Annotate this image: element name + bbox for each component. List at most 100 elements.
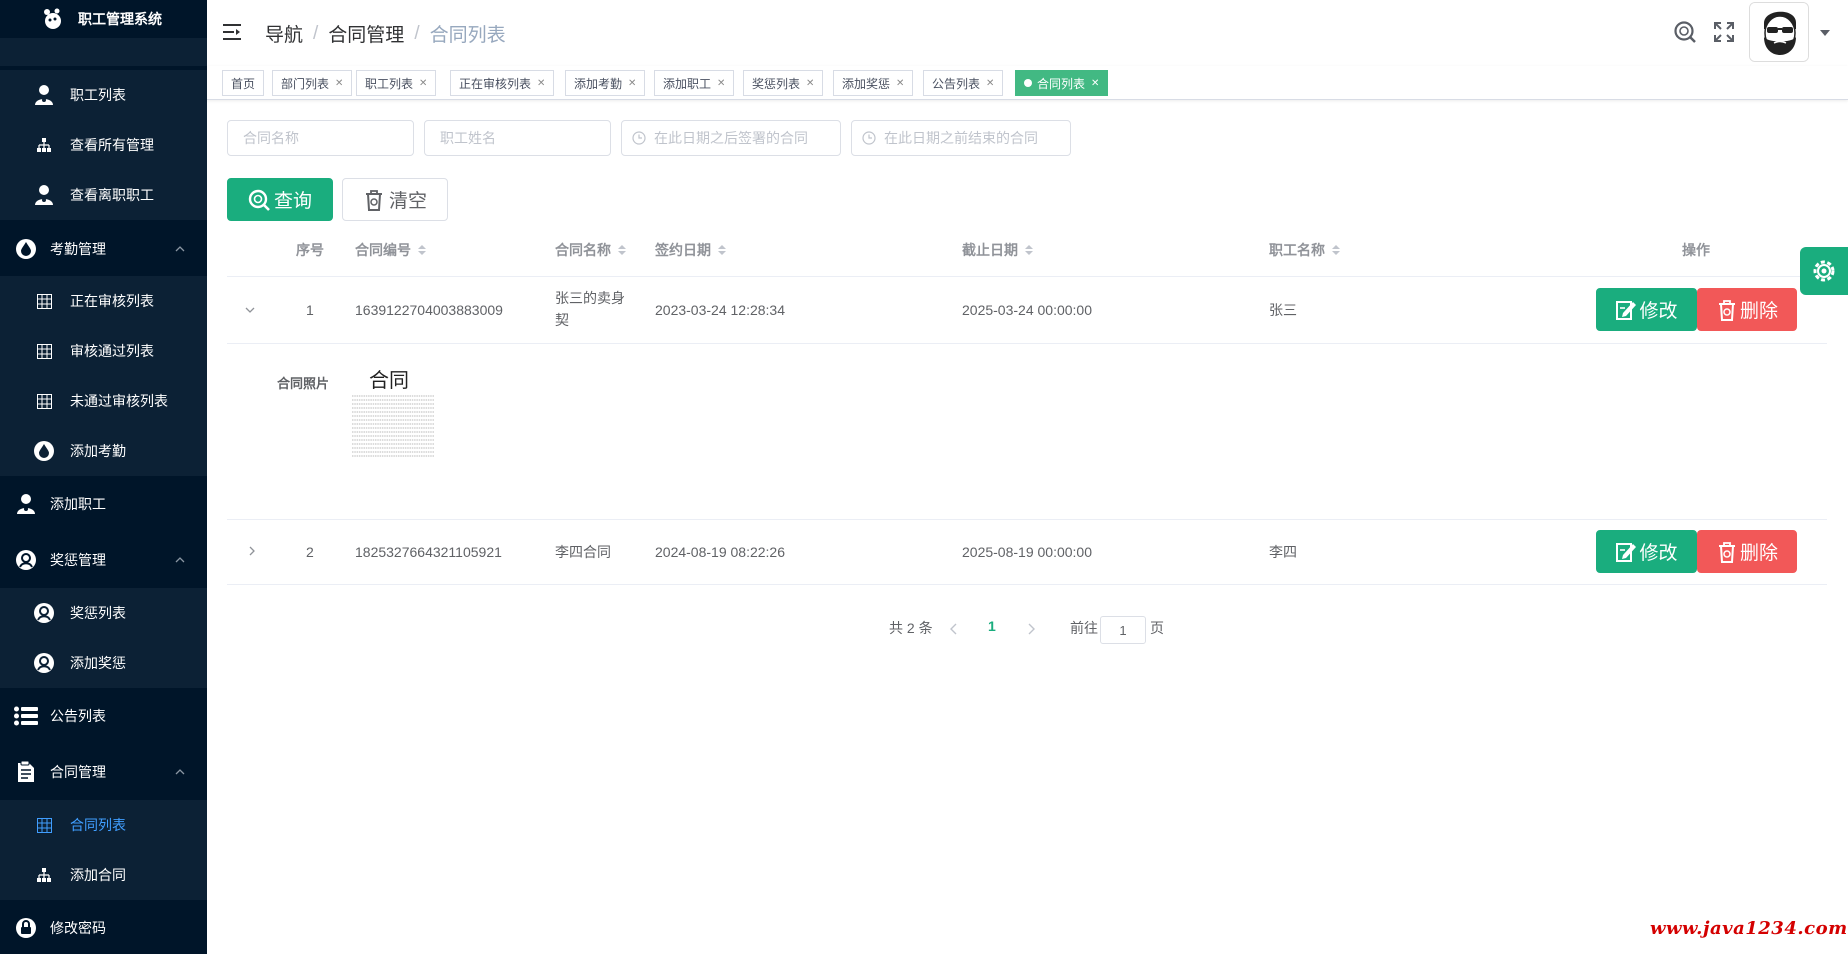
- sidebar-item-contracts[interactable]: 合同管理: [0, 747, 207, 797]
- close-icon[interactable]: ✕: [537, 78, 545, 89]
- date-after-picker[interactable]: 在此日期之后签署的合同: [621, 120, 841, 156]
- row1-delete-button[interactable]: 删除: [1697, 288, 1797, 331]
- breadcrumb-nav: 导航: [265, 25, 304, 46]
- breadcrumb-current: 合同列表: [429, 25, 506, 46]
- sidebar-item-staff-list[interactable]: 职工列表: [0, 70, 207, 120]
- close-icon[interactable]: ✕: [806, 78, 814, 89]
- tags-view: 首页 部门列表 ✕ 职工列表 ✕ 正在审核列表 ✕ 添加考勤 ✕ 添加职工 ✕ 奖惩列表 ✕…: [207, 66, 1848, 100]
- edit-icon: [1616, 300, 1637, 320]
- settings-button[interactable]: [1800, 247, 1848, 295]
- row2-end-date: 2025-08-19 00:00:00: [962, 544, 1092, 560]
- close-icon[interactable]: ✕: [986, 78, 994, 89]
- sidebar-item-add-contract[interactable]: 添加合同: [0, 850, 207, 900]
- logo-icon: [44, 8, 61, 29]
- grid-icon: [32, 813, 56, 837]
- col-header-contract-no[interactable]: 合同编号: [355, 240, 426, 260]
- tag-add-attendance[interactable]: 添加考勤 ✕: [565, 70, 646, 96]
- row1-staff: 张三: [1269, 302, 1297, 318]
- sidebar-item-add-reward[interactable]: 添加奖惩: [0, 638, 207, 688]
- sort-icon[interactable]: [418, 244, 426, 256]
- tag-contract-list[interactable]: 合同列表 ✕: [1015, 70, 1109, 96]
- search-icon[interactable]: [1673, 20, 1697, 44]
- close-icon[interactable]: ✕: [896, 78, 904, 89]
- sidebar-item-pending[interactable]: 正在审核列表: [0, 276, 207, 326]
- row2-delete-button[interactable]: 删除: [1697, 530, 1797, 573]
- tag-add-staff[interactable]: 添加职工 ✕: [654, 70, 735, 96]
- user-icon: [14, 492, 38, 516]
- sidebar-item-rewards[interactable]: 奖惩管理: [0, 535, 207, 585]
- staff-name-input[interactable]: 职工姓名: [424, 120, 611, 156]
- close-icon[interactable]: ✕: [717, 78, 725, 89]
- chevron-right-icon[interactable]: [246, 545, 258, 557]
- close-icon[interactable]: ✕: [419, 78, 427, 89]
- row1-index: 1: [306, 302, 314, 318]
- menu-toggle-icon[interactable]: [223, 24, 241, 40]
- chevron-down-icon[interactable]: [244, 304, 256, 316]
- sort-icon[interactable]: [1332, 244, 1340, 256]
- sidebar-item-add-staff[interactable]: 添加职工: [0, 479, 207, 529]
- close-icon[interactable]: ✕: [1091, 78, 1099, 89]
- clear-button[interactable]: 清空: [342, 178, 448, 221]
- row2-sign-date: 2024-08-19 08:22:26: [655, 544, 785, 560]
- lock-icon: [14, 916, 38, 940]
- sidebar-item-add-attendance[interactable]: 添加考勤: [0, 426, 207, 476]
- caret-down-icon[interactable]: [1820, 29, 1830, 37]
- query-button[interactable]: 查询: [227, 178, 333, 221]
- breadcrumb: 导航 / 合同管理 / 合同列表: [265, 20, 506, 47]
- sidebar-item-all-admins[interactable]: 查看所有管理: [0, 120, 207, 170]
- avatar[interactable]: [1749, 2, 1809, 62]
- contract-name-input[interactable]: 合同名称: [227, 120, 414, 156]
- sitemap-icon: [32, 863, 56, 887]
- sidebar-item-attendance[interactable]: 考勤管理: [0, 224, 207, 274]
- row2-contract-no: 1825327664321105921: [355, 544, 502, 560]
- sort-icon[interactable]: [1025, 244, 1033, 256]
- row1-contract-name-line1: 张三的卖身: [555, 290, 625, 306]
- tag-staff-list[interactable]: 职工列表 ✕: [356, 70, 437, 96]
- tag-home[interactable]: 首页: [222, 70, 265, 96]
- row2-contract-name: 李四合同: [555, 544, 611, 560]
- sort-icon[interactable]: [618, 244, 626, 256]
- sidebar-item-notices[interactable]: 公告列表: [0, 691, 207, 741]
- tag-notice-list[interactable]: 公告列表 ✕: [923, 70, 1004, 96]
- close-icon[interactable]: ✕: [628, 78, 636, 89]
- pagination-page-1[interactable]: 1: [988, 618, 996, 634]
- close-icon[interactable]: ✕: [335, 78, 343, 89]
- date-before-picker[interactable]: 在此日期之前结束的合同: [851, 120, 1071, 156]
- tag-reward-list[interactable]: 奖惩列表 ✕: [743, 70, 824, 96]
- tag-pending-list[interactable]: 正在审核列表 ✕: [450, 70, 555, 96]
- col-header-staff-name[interactable]: 职工名称: [1269, 240, 1340, 260]
- sidebar-item-reward-list[interactable]: 奖惩列表: [0, 588, 207, 638]
- pagination-jump-input[interactable]: 1: [1100, 616, 1146, 644]
- row2-index: 2: [306, 544, 314, 560]
- sidebar-item-contract-list[interactable]: 合同列表: [0, 800, 207, 850]
- col-header-sign-date[interactable]: 签约日期: [655, 240, 726, 260]
- contract-photo[interactable]: 合同: [350, 364, 438, 464]
- gear-icon: [1813, 260, 1835, 282]
- table-divider: [227, 343, 1827, 344]
- watermark: www.java1234.com: [1650, 918, 1848, 939]
- row2-edit-button[interactable]: 修改: [1596, 530, 1697, 573]
- app-logo: 职工管理系统: [0, 0, 207, 38]
- sidebar-item-change-password[interactable]: 修改密码: [0, 903, 207, 953]
- sidebar-item-rejected[interactable]: 未通过审核列表: [0, 376, 207, 426]
- chevron-left-icon[interactable]: [949, 623, 959, 635]
- col-header-contract-name[interactable]: 合同名称: [555, 240, 626, 260]
- grid-icon: [32, 339, 56, 363]
- sidebar-item-approved[interactable]: 审核通过列表: [0, 326, 207, 376]
- breadcrumb-contract-mgmt[interactable]: 合同管理: [328, 20, 404, 47]
- badge-icon: [32, 601, 56, 625]
- table-divider: [227, 519, 1827, 520]
- tag-add-reward[interactable]: 添加奖惩 ✕: [833, 70, 914, 96]
- tag-dept-list[interactable]: 部门列表 ✕: [272, 70, 353, 96]
- col-header-end-date[interactable]: 截止日期: [962, 240, 1033, 260]
- fullscreen-icon[interactable]: [1713, 21, 1735, 43]
- sort-icon[interactable]: [718, 244, 726, 256]
- document-icon: [14, 760, 38, 784]
- sidebar-item-resigned[interactable]: 查看离职职工: [0, 170, 207, 220]
- col-header-actions: 操作: [1682, 242, 1710, 258]
- row1-edit-button[interactable]: 修改: [1596, 288, 1697, 331]
- sitemap-icon: [32, 133, 56, 157]
- contract-photo-label: 合同照片: [277, 376, 330, 391]
- user-icon: [32, 83, 56, 107]
- chevron-right-icon[interactable]: [1026, 623, 1036, 635]
